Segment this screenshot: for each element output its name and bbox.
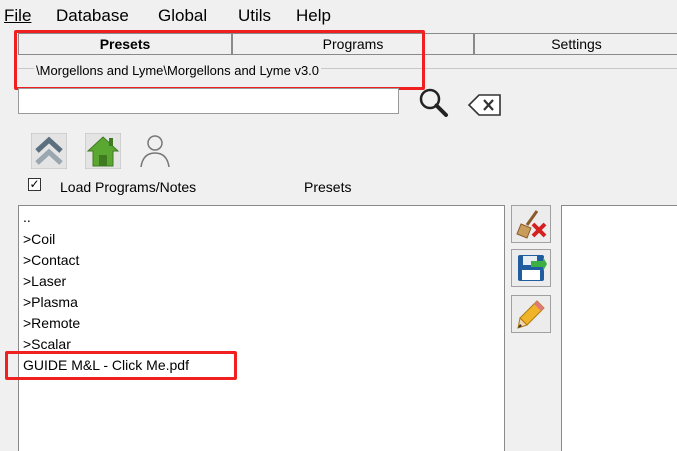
menu-utils[interactable]: Utils bbox=[238, 6, 271, 26]
menu-utils-label: Utils bbox=[238, 6, 272, 25]
menu-file-label: File bbox=[4, 6, 32, 25]
menu-file[interactable]: File bbox=[4, 6, 31, 26]
menu-global[interactable]: Global bbox=[158, 6, 207, 26]
list-item[interactable]: >Laser bbox=[23, 273, 66, 289]
list-item[interactable]: >Coil bbox=[23, 231, 55, 247]
broom-delete-icon[interactable] bbox=[511, 205, 551, 243]
list-item[interactable]: .. bbox=[23, 209, 31, 225]
menu-global-label: Global bbox=[158, 6, 208, 25]
chevron-up-icon[interactable] bbox=[30, 132, 68, 170]
save-icon[interactable] bbox=[511, 249, 551, 287]
home-icon[interactable] bbox=[84, 132, 122, 170]
presets-column-label: Presets bbox=[304, 179, 352, 195]
search-input[interactable] bbox=[18, 88, 399, 114]
list-item[interactable]: >Contact bbox=[23, 252, 79, 268]
menu-database-label: Database bbox=[56, 6, 129, 25]
menu-help[interactable]: Help bbox=[296, 6, 331, 26]
list-item[interactable]: >Scalar bbox=[23, 336, 71, 352]
tab-settings[interactable]: Settings bbox=[474, 33, 677, 55]
backspace-clear-icon[interactable] bbox=[466, 91, 504, 119]
menu-bar: File Database Global Utils Help bbox=[0, 0, 677, 32]
tab-settings-label: Settings bbox=[551, 36, 602, 52]
highlight-box-guide bbox=[5, 351, 237, 380]
load-programs-notes-checkbox[interactable]: ✓ bbox=[28, 178, 41, 191]
menu-help-label: Help bbox=[296, 6, 331, 25]
pencil-icon[interactable] bbox=[511, 295, 551, 333]
right-panel bbox=[561, 205, 677, 451]
magnifier-icon[interactable] bbox=[414, 86, 454, 120]
list-item[interactable]: >Remote bbox=[23, 315, 80, 331]
preset-listbox[interactable]: .. >Coil >Contact >Laser >Plasma >Remote… bbox=[18, 205, 505, 451]
menu-database[interactable]: Database bbox=[56, 6, 129, 26]
highlight-box-path bbox=[14, 30, 425, 90]
users-outline-icon[interactable] bbox=[136, 132, 174, 170]
load-programs-notes-label: Load Programs/Notes bbox=[60, 179, 197, 195]
list-item[interactable]: >Plasma bbox=[23, 294, 78, 310]
